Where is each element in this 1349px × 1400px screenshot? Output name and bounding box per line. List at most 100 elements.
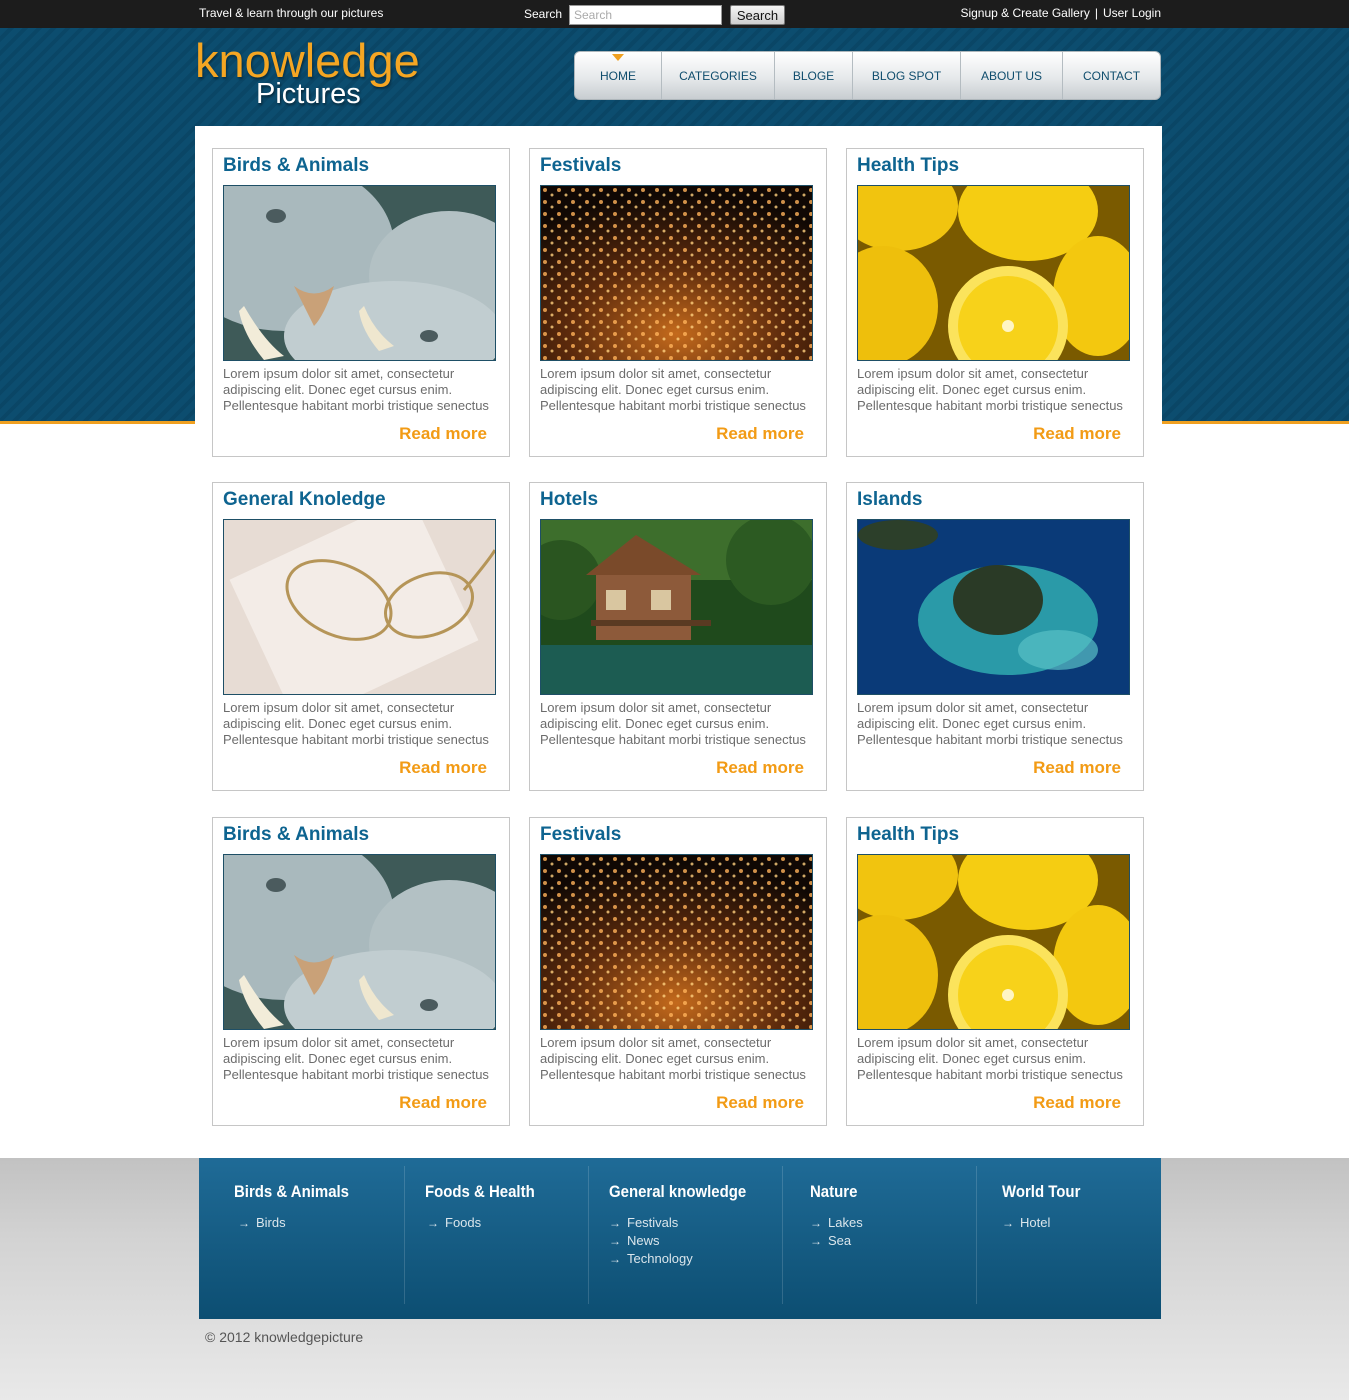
nav-blog-spot[interactable]: BLOG SPOT [853, 52, 961, 99]
card-image-lanterns[interactable] [540, 185, 813, 361]
card-description: Lorem ipsum dolor sit amet, consectetur … [223, 366, 489, 413]
footer-link[interactable]: → Birds [238, 1214, 286, 1232]
read-more-link[interactable]: Read more [399, 424, 487, 444]
footer-link-list: → Hotel [1002, 1214, 1050, 1232]
search-button[interactable]: Search [730, 5, 785, 25]
read-more-link[interactable]: Read more [1033, 758, 1121, 778]
card-description: Lorem ipsum dolor sit amet, consectetur … [540, 1035, 806, 1082]
footer-heading[interactable]: Nature [810, 1182, 857, 1202]
card-image-elephants[interactable] [223, 854, 496, 1030]
footer-link-label: Technology [627, 1251, 693, 1266]
lemons-image [858, 186, 1129, 360]
card-description: Lorem ipsum dolor sit amet, consectetur … [857, 700, 1123, 747]
read-more-link[interactable]: Read more [716, 1093, 804, 1113]
read-more-link[interactable]: Read more [399, 758, 487, 778]
arrow-right-icon: → [609, 1216, 621, 1230]
read-more-link[interactable]: Read more [1033, 424, 1121, 444]
footer-link[interactable]: → Technology [609, 1250, 693, 1268]
footer-heading[interactable]: Birds & Animals [234, 1182, 349, 1202]
nav-about-us-label: ABOUT US [980, 68, 1043, 83]
footer-divider [782, 1166, 783, 1304]
main-nav: HOME CATEGORIES BLOGE BLOG SPOT ABOUT US… [574, 51, 1161, 100]
lanterns-image [541, 186, 812, 360]
arrow-right-icon: → [1002, 1216, 1014, 1230]
card-description: Lorem ipsum dolor sit amet, consectetur … [857, 366, 1123, 413]
search-input[interactable] [569, 5, 722, 25]
glasses-image [224, 520, 495, 694]
footer-link-label: Lakes [828, 1215, 863, 1230]
card-image-island[interactable] [857, 519, 1130, 695]
category-card: Islands Lorem ipsum dolor sit amet, cons… [846, 482, 1144, 791]
category-card: General Knoledge Lorem ipsum dolor sit a… [212, 482, 510, 791]
footer-link[interactable]: → Sea [810, 1232, 863, 1250]
footer-link[interactable]: → Hotel [1002, 1214, 1050, 1232]
read-more-link[interactable]: Read more [716, 424, 804, 444]
footer-divider [588, 1166, 589, 1304]
nav-home-label: HOME [600, 68, 636, 83]
footer-link-list: → Festivals → News → Technology [609, 1214, 693, 1268]
top-bar: Travel & learn through our pictures Sear… [0, 0, 1349, 28]
nav-contact-label: CONTACT [1082, 68, 1141, 83]
footer-heading[interactable]: General knowledge [609, 1182, 746, 1202]
lanterns-image [541, 855, 812, 1029]
nav-bloge[interactable]: BLOGE [775, 52, 853, 99]
footer-link[interactable]: → Festivals [609, 1214, 693, 1232]
card-title[interactable]: Islands [857, 489, 922, 511]
category-card: Festivals Lorem ipsum dolor sit amet, co… [529, 817, 827, 1126]
arrow-right-icon: → [238, 1216, 250, 1230]
card-description: Lorem ipsum dolor sit amet, consectetur … [540, 700, 806, 747]
read-more-link[interactable]: Read more [716, 758, 804, 778]
footer-heading[interactable]: World Tour [1002, 1182, 1080, 1202]
card-image-lemons[interactable] [857, 854, 1130, 1030]
read-more-link[interactable]: Read more [399, 1093, 487, 1113]
card-image-lanterns[interactable] [540, 854, 813, 1030]
card-title[interactable]: Birds & Animals [223, 824, 369, 846]
footer-link[interactable]: → Lakes [810, 1214, 863, 1232]
footer-link[interactable]: → Foods [427, 1214, 481, 1232]
card-description: Lorem ipsum dolor sit amet, consectetur … [857, 1035, 1123, 1082]
login-link[interactable]: User Login [1103, 6, 1161, 20]
card-title[interactable]: Festivals [540, 155, 621, 177]
card-title[interactable]: Health Tips [857, 824, 959, 846]
link-separator: | [1094, 6, 1098, 20]
card-image-lemons[interactable] [857, 185, 1130, 361]
card-title[interactable]: Festivals [540, 824, 621, 846]
card-title[interactable]: Health Tips [857, 155, 959, 177]
nav-bloge-label: BLOGE [792, 68, 835, 83]
card-title[interactable]: Birds & Animals [223, 155, 369, 177]
category-card: Health Tips Lorem ipsum dolor sit amet, … [846, 148, 1144, 457]
card-image-glasses[interactable] [223, 519, 496, 695]
category-card: Birds & Animals Lorem ipsum dolor sit am… [212, 817, 510, 1126]
footer-heading[interactable]: Foods & Health [425, 1182, 535, 1202]
read-more-link[interactable]: Read more [1033, 1093, 1121, 1113]
footer-link-label: News [627, 1233, 660, 1248]
footer-link[interactable]: → News [609, 1232, 693, 1250]
card-image-lake-house[interactable] [540, 519, 813, 695]
footer-links-panel: Birds & Animals → Birds Foods & Health → F… [199, 1158, 1161, 1319]
card-title[interactable]: General Knoledge [223, 489, 386, 511]
card-description: Lorem ipsum dolor sit amet, consectetur … [540, 366, 806, 413]
active-indicator-icon [612, 54, 624, 61]
category-card: Health Tips Lorem ipsum dolor sit amet, … [846, 817, 1144, 1126]
category-card: Birds & Animals Lorem ipsum dolor sit am… [212, 148, 510, 457]
footer-link-label: Sea [828, 1233, 852, 1248]
nav-home[interactable]: HOME [575, 52, 662, 99]
nav-categories[interactable]: CATEGORIES [662, 52, 775, 99]
footer-link-label: Birds [256, 1215, 286, 1230]
nav-about-us[interactable]: ABOUT US [961, 52, 1063, 99]
island-image [858, 520, 1129, 694]
footer-divider [976, 1166, 977, 1304]
category-card: Hotels Lorem ipsum dolor sit amet, conse… [529, 482, 827, 791]
footer-link-label: Foods [445, 1215, 482, 1230]
footer-link-label: Festivals [627, 1215, 679, 1230]
nav-blog-spot-label: BLOG SPOT [871, 68, 942, 83]
category-card: Festivals Lorem ipsum dolor sit amet, co… [529, 148, 827, 457]
card-image-elephants[interactable] [223, 185, 496, 361]
lemons-image [858, 855, 1129, 1029]
nav-contact[interactable]: CONTACT [1063, 52, 1160, 99]
card-title[interactable]: Hotels [540, 489, 598, 511]
logo-text-pictures[interactable]: Pictures [256, 78, 361, 111]
footer-link-label: Hotel [1020, 1215, 1051, 1230]
signup-link[interactable]: Signup & Create Gallery [960, 6, 1089, 20]
arrow-right-icon: → [427, 1216, 439, 1230]
